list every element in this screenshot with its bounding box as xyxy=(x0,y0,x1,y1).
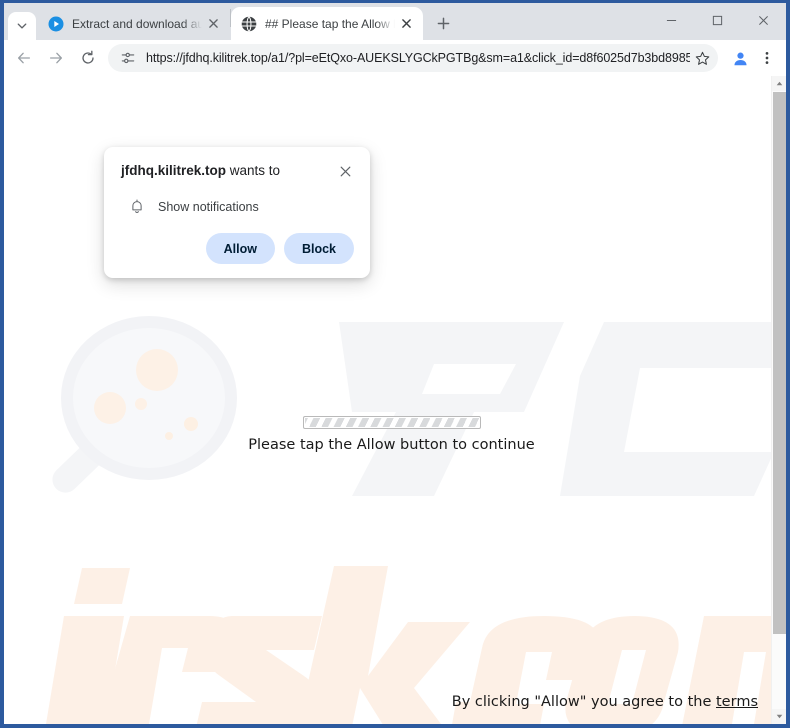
minimize-button[interactable] xyxy=(648,3,694,38)
scroll-up-button[interactable] xyxy=(772,76,786,91)
popup-title-suffix: wants to xyxy=(226,163,281,178)
tab-strip: Extract and download audio an ## Please … xyxy=(4,3,786,40)
window-controls xyxy=(648,3,786,38)
back-arrow-icon xyxy=(18,52,30,64)
close-window-button[interactable] xyxy=(740,3,786,38)
tab-extract-audio[interactable]: Extract and download audio an xyxy=(38,7,230,40)
close-icon xyxy=(340,166,350,176)
three-dots-icon xyxy=(765,52,769,64)
page-viewport: Please tap the Allow button to continue … xyxy=(4,76,786,724)
new-tab-button[interactable] xyxy=(429,9,457,37)
permission-label: Show notifications xyxy=(158,199,259,214)
tab-search-button[interactable] xyxy=(8,12,36,40)
loader-text: Please tap the Allow button to continue xyxy=(248,437,535,453)
terms-link[interactable]: terms xyxy=(716,694,758,710)
bookmark-star-icon[interactable] xyxy=(690,46,714,70)
address-bar[interactable]: https://jfdhq.kilitrek.top/a1/?pl=eEtQxo… xyxy=(108,44,718,72)
terms-line: By clicking "Allow" you agree to the ter… xyxy=(452,694,758,710)
popup-origin: jfdhq.kilitrek.top xyxy=(121,163,227,178)
popup-close-button[interactable] xyxy=(336,162,354,180)
url-text: https://jfdhq.kilitrek.top/a1/?pl=eEtQxo… xyxy=(146,51,690,65)
tab-close-button[interactable] xyxy=(204,15,222,33)
minimize-icon xyxy=(666,19,676,22)
terms-prefix: By clicking "Allow" you agree to the xyxy=(451,694,716,710)
maximize-button[interactable] xyxy=(694,3,740,38)
tab-title: ## Please tap the Allow button xyxy=(265,16,395,31)
browser-toolbar: https://jfdhq.kilitrek.top/a1/?pl=eEtQxo… xyxy=(4,40,786,76)
globe-icon xyxy=(241,15,257,32)
plus-icon xyxy=(437,17,449,29)
scroll-down-button[interactable] xyxy=(772,709,786,724)
scroll-up-arrow-icon xyxy=(776,81,783,86)
tab-title: Extract and download audio an xyxy=(72,16,202,31)
site-settings-icon[interactable] xyxy=(118,48,138,68)
chevron-down-icon xyxy=(17,23,27,29)
popup-title: jfdhq.kilitrek.top wants to xyxy=(121,161,280,180)
scrollbar-thumb[interactable] xyxy=(773,92,786,634)
popup-header: jfdhq.kilitrek.top wants to xyxy=(121,161,354,180)
profile-avatar[interactable] xyxy=(726,44,754,72)
tab-please-tap-allow[interactable]: ## Please tap the Allow button xyxy=(231,7,423,40)
progress-bar xyxy=(302,416,481,430)
back-button[interactable] xyxy=(9,43,39,73)
forward-button[interactable] xyxy=(41,43,71,73)
allow-button[interactable]: Allow xyxy=(205,233,275,264)
page-scrollbar[interactable] xyxy=(771,76,786,724)
reload-button[interactable] xyxy=(73,43,103,73)
bell-icon xyxy=(128,198,145,215)
forward-arrow-icon xyxy=(50,52,62,64)
chrome-menu-button[interactable] xyxy=(754,43,780,73)
close-icon xyxy=(758,16,768,25)
play-circle-icon xyxy=(48,16,64,32)
popup-actions: Allow Block xyxy=(121,233,354,264)
maximize-icon xyxy=(712,15,722,26)
notification-permission-dialog: jfdhq.kilitrek.top wants to Show notific… xyxy=(104,147,370,278)
scroll-down-arrow-icon xyxy=(776,714,783,719)
permission-row: Show notifications xyxy=(121,198,354,215)
browser-window: Extract and download audio an ## Please … xyxy=(0,0,790,728)
loader-block: Please tap the Allow button to continue xyxy=(4,414,779,453)
avatar-icon xyxy=(733,52,747,65)
tab-close-button[interactable] xyxy=(397,15,415,33)
block-button[interactable]: Block xyxy=(283,233,354,264)
reload-icon xyxy=(82,50,94,64)
